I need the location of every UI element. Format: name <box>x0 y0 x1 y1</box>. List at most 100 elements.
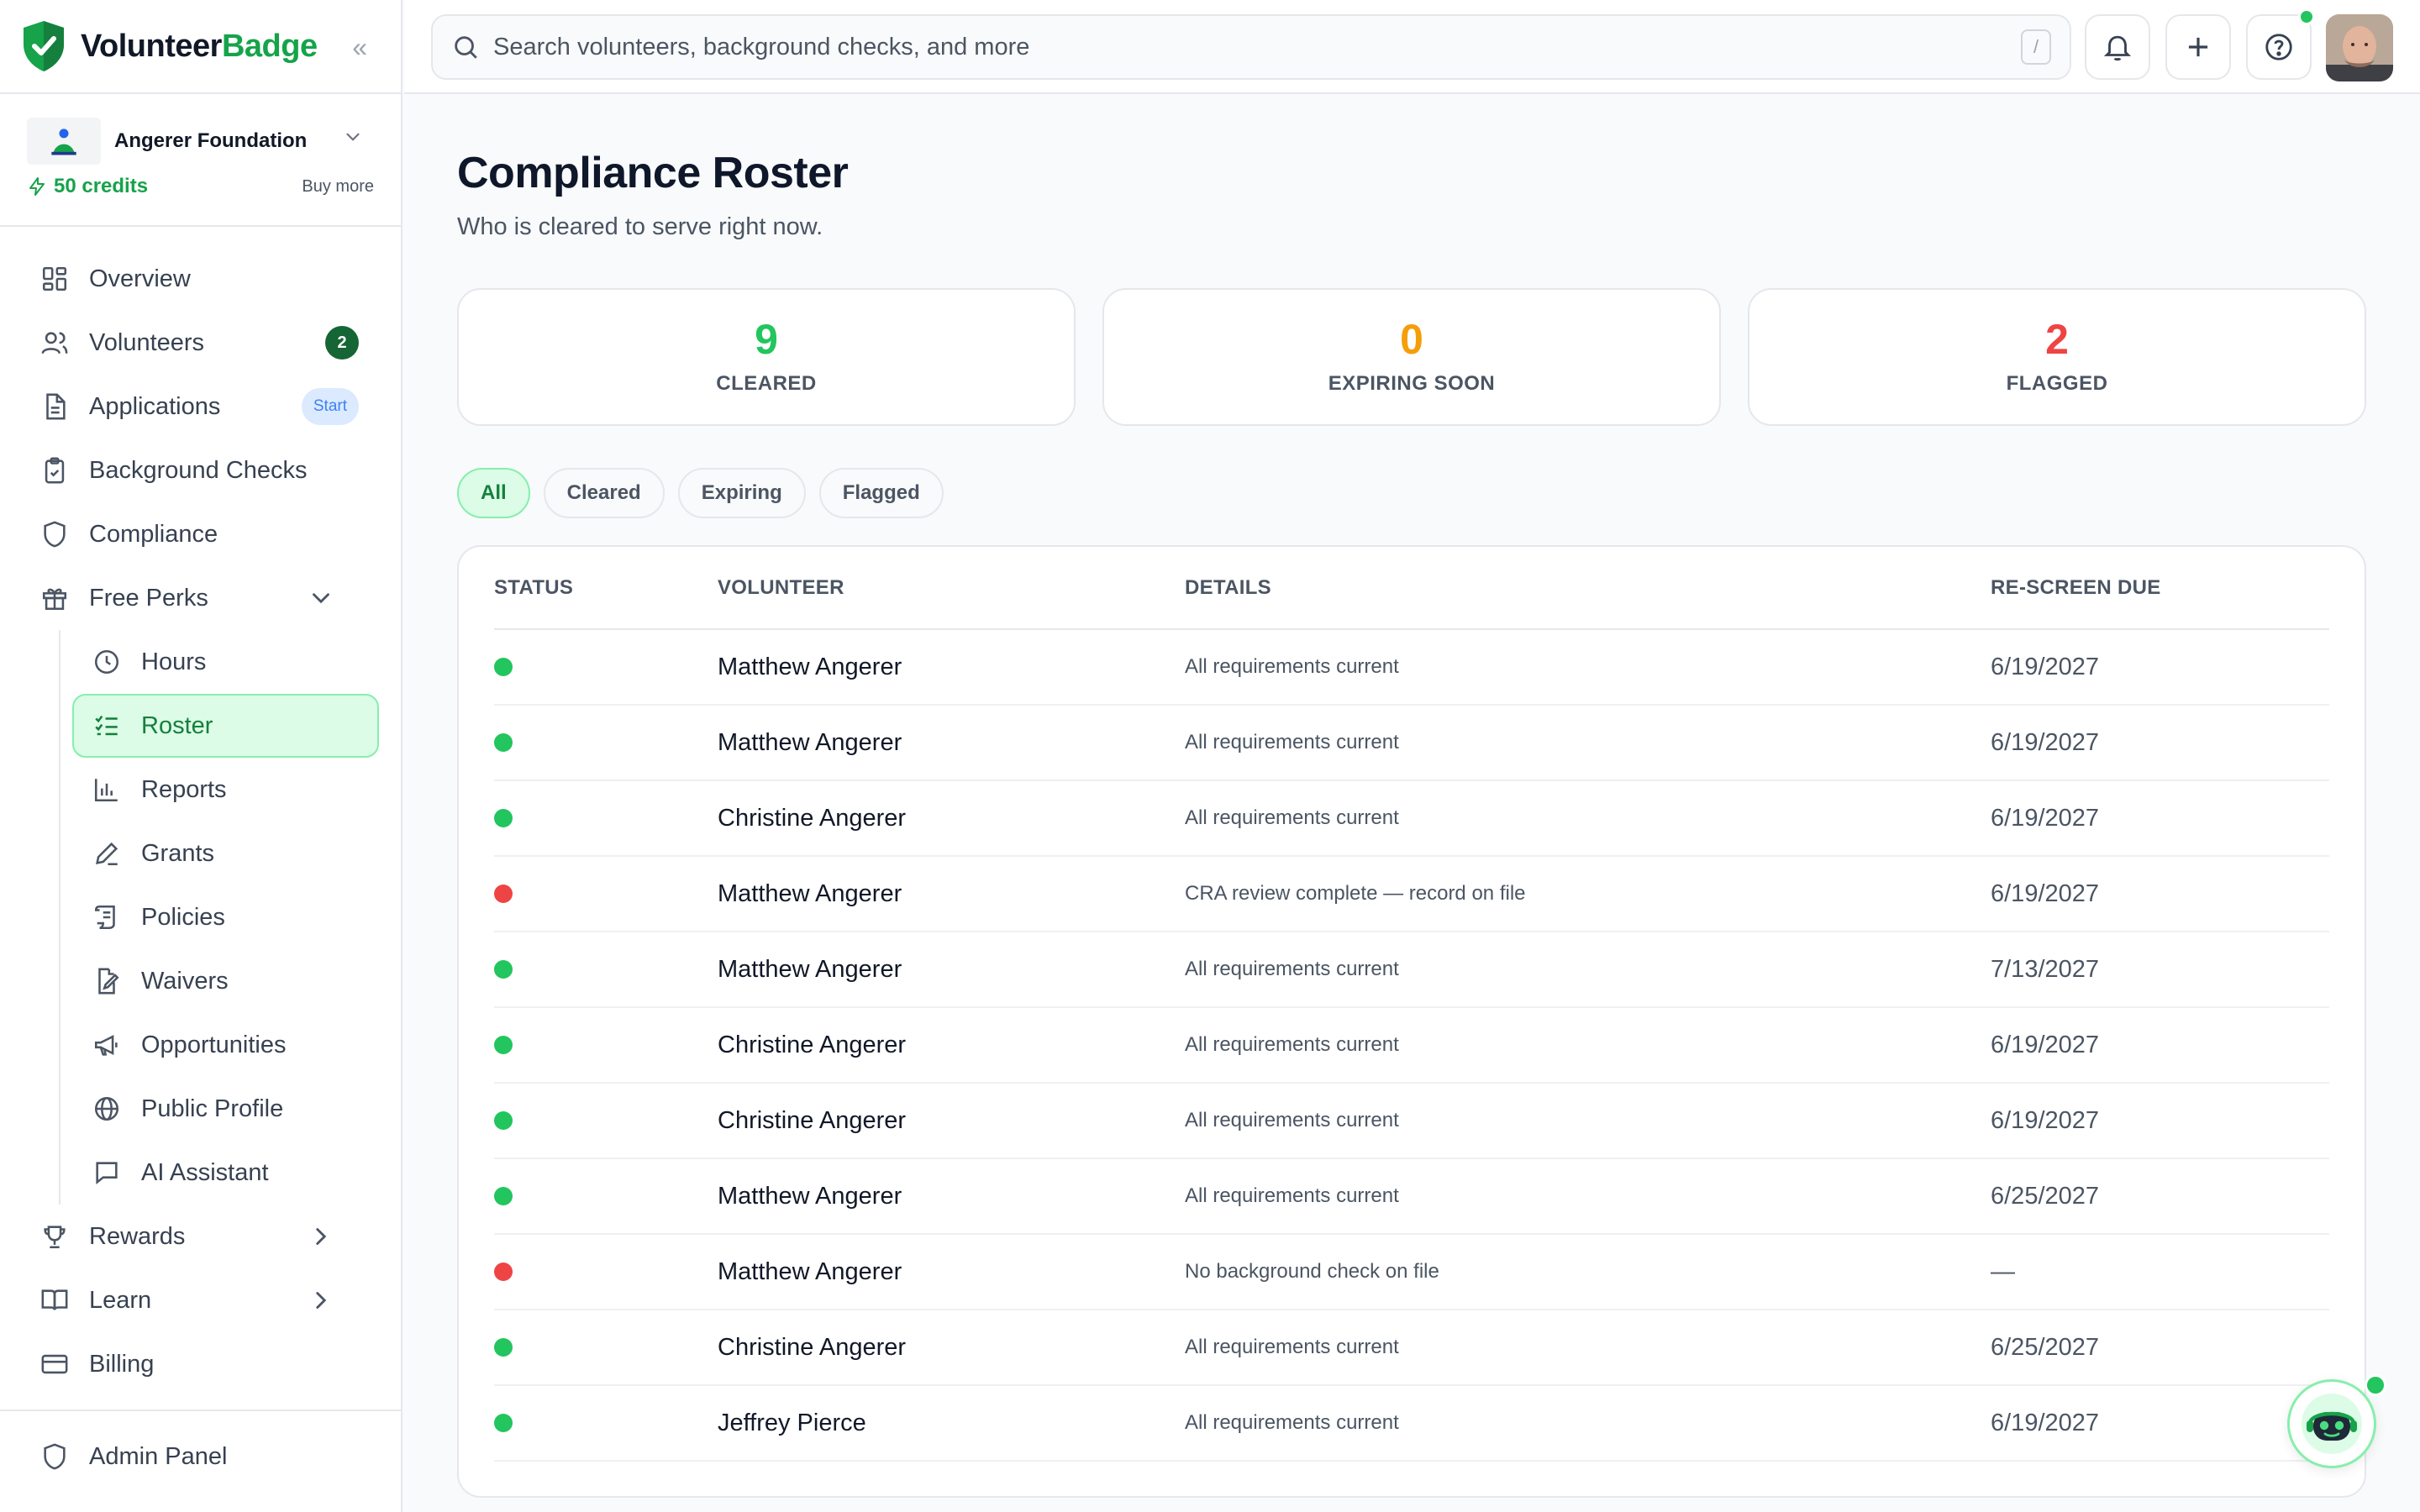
table-row[interactable]: Matthew Angerer All requirements current 7… <box>494 932 2329 1008</box>
stat-label: CLEARED <box>716 372 817 395</box>
brand-name-part2: Badge <box>221 28 318 64</box>
search-bar[interactable]: / <box>431 14 2071 80</box>
table-row[interactable]: Matthew Angerer All requirements current 6… <box>494 1158 2329 1235</box>
volunteer-name[interactable]: Christine Angerer <box>718 1007 1185 1084</box>
sidebar-item-learn[interactable]: Learn <box>0 1268 401 1332</box>
filter-chip-all[interactable]: All <box>457 468 530 518</box>
status-dot <box>494 733 513 752</box>
status-dot <box>494 1263 513 1281</box>
details-cell: All requirements current <box>1185 629 1991 706</box>
table-row[interactable]: Matthew Angerer No background check on fi… <box>494 1234 2329 1310</box>
sidebar-item-applications[interactable]: Applications Start <box>0 375 401 438</box>
shield-check-logo-icon <box>24 21 64 71</box>
brand-name: VolunteerBadge <box>81 29 318 65</box>
status-cell <box>494 1310 718 1386</box>
details-cell: All requirements current <box>1185 780 1991 857</box>
volunteer-name[interactable]: Christine Angerer <box>718 1310 1185 1386</box>
bell-icon <box>2103 35 2132 61</box>
sidebar-item-policies[interactable]: Policies <box>0 885 401 949</box>
sidebar-item-hours[interactable]: Hours <box>0 630 401 694</box>
sidebar-item-reports[interactable]: Reports <box>0 758 401 822</box>
rescreen-due-cell: 6/19/2027 <box>1991 705 2329 781</box>
add-button[interactable] <box>2165 14 2231 80</box>
sidebar-item-admin-panel[interactable]: Admin Panel <box>0 1425 401 1488</box>
collapse-sidebar-icon[interactable]: « <box>352 32 367 63</box>
sidebar-item-public-profile[interactable]: Public Profile <box>0 1077 401 1141</box>
org-switcher[interactable]: Angerer Foundation 50 credits Buy more <box>0 92 401 227</box>
roster-table-card: STATUS VOLUNTEER DETAILS RE-SCREEN DUE M… <box>457 545 2366 1498</box>
volunteer-name[interactable]: Matthew Angerer <box>718 932 1185 1008</box>
status-dot <box>494 809 513 827</box>
avatar[interactable] <box>2326 14 2393 81</box>
table-row[interactable]: Christine Angerer All requirements curren… <box>494 780 2329 857</box>
filter-chip-cleared[interactable]: Cleared <box>543 468 665 518</box>
column-header-rescreen-due[interactable]: RE-SCREEN DUE <box>1991 547 2329 630</box>
table-row[interactable]: Matthew Angerer All requirements current 6… <box>494 705 2329 781</box>
volunteer-name[interactable]: Christine Angerer <box>718 780 1185 857</box>
org-logo-icon <box>51 129 76 155</box>
volunteer-name[interactable]: Matthew Angerer <box>718 856 1185 932</box>
scroll-icon <box>94 905 115 930</box>
roster-table: STATUS VOLUNTEER DETAILS RE-SCREEN DUE M… <box>494 547 2329 1462</box>
table-row[interactable]: Jeffrey Pierce All requirements current 6/… <box>494 1385 2329 1462</box>
filter-chips: All Cleared Expiring Flagged <box>457 468 2366 518</box>
top-header: / <box>404 0 2420 94</box>
sidebar-item-volunteers[interactable]: Volunteers 2 <box>0 311 401 375</box>
table-row[interactable]: Christine Angerer All requirements curren… <box>494 1083 2329 1159</box>
sidebar-item-grants[interactable]: Grants <box>0 822 401 885</box>
globe-icon <box>94 1096 119 1121</box>
notifications-button[interactable] <box>2085 14 2150 80</box>
volunteer-name[interactable]: Jeffrey Pierce <box>718 1385 1185 1462</box>
sidebar-item-label: Policies <box>141 903 225 931</box>
table-row[interactable]: Matthew Angerer All requirements current 6… <box>494 629 2329 706</box>
column-header-details[interactable]: DETAILS <box>1185 547 1991 630</box>
grid-icon <box>42 266 67 291</box>
sidebar-item-roster[interactable]: Roster <box>72 694 379 758</box>
volunteer-name[interactable]: Matthew Angerer <box>718 1158 1185 1235</box>
volunteer-name[interactable]: Matthew Angerer <box>718 629 1185 706</box>
status-dot <box>494 1187 513 1205</box>
brand[interactable]: VolunteerBadge « <box>0 0 401 92</box>
filter-chip-flagged[interactable]: Flagged <box>818 468 944 518</box>
sidebar-item-compliance[interactable]: Compliance <box>0 502 401 566</box>
sidebar-item-overview[interactable]: Overview <box>0 247 401 311</box>
credit-card-icon <box>41 1354 68 1374</box>
page-title: Compliance Roster <box>457 149 849 197</box>
volunteer-name[interactable]: Matthew Angerer <box>718 1234 1185 1310</box>
details-cell: All requirements current <box>1185 705 1991 781</box>
shield-icon <box>44 521 66 548</box>
ai-assistant-button[interactable] <box>2287 1379 2376 1468</box>
sidebar-item-ai-assistant[interactable]: AI Assistant <box>0 1141 401 1205</box>
status-dot <box>494 1036 513 1054</box>
buy-more-link[interactable]: Buy more <box>302 177 374 197</box>
gift-icon <box>42 588 67 611</box>
sidebar-item-background-checks[interactable]: Background Checks <box>0 438 401 502</box>
volunteer-name[interactable]: Christine Angerer <box>718 1083 1185 1159</box>
stat-card-cleared: 9 CLEARED <box>457 288 1076 426</box>
table-row[interactable]: Matthew Angerer CRA review complete — rec… <box>494 856 2329 932</box>
filter-chip-expiring[interactable]: Expiring <box>677 468 806 518</box>
sidebar-item-opportunities[interactable]: Opportunities <box>0 1013 401 1077</box>
table-row[interactable]: Christine Angerer All requirements curren… <box>494 1310 2329 1386</box>
sidebar-item-label: AI Assistant <box>141 1158 269 1186</box>
sidebar-item-waivers[interactable]: Waivers <box>0 949 401 1013</box>
chevron-right-icon[interactable] <box>307 1222 335 1251</box>
sidebar-item-rewards[interactable]: Rewards <box>0 1205 401 1268</box>
sidebar-item-free-perks[interactable]: Free Perks <box>0 566 401 630</box>
rescreen-due-cell: 6/25/2027 <box>1991 1158 2329 1235</box>
rescreen-due-cell: 6/19/2027 <box>1991 856 2329 932</box>
volunteer-name[interactable]: Matthew Angerer <box>718 705 1185 781</box>
chat-icon <box>96 1162 118 1184</box>
chevron-down-icon[interactable] <box>307 584 335 612</box>
volunteers-count-badge: 2 <box>325 326 359 360</box>
table-row[interactable]: Christine Angerer All requirements curren… <box>494 1007 2329 1084</box>
bar-chart-icon <box>94 779 118 802</box>
sidebar-item-label: Admin Panel <box>89 1442 228 1470</box>
status-cell <box>494 856 718 932</box>
sidebar-item-billing[interactable]: Billing <box>0 1332 401 1396</box>
search-input[interactable] <box>493 33 2021 61</box>
chevron-down-icon[interactable] <box>342 126 364 148</box>
chevron-right-icon[interactable] <box>307 1286 335 1315</box>
column-header-status[interactable]: STATUS <box>494 547 718 630</box>
column-header-volunteer[interactable]: VOLUNTEER <box>718 547 1185 630</box>
